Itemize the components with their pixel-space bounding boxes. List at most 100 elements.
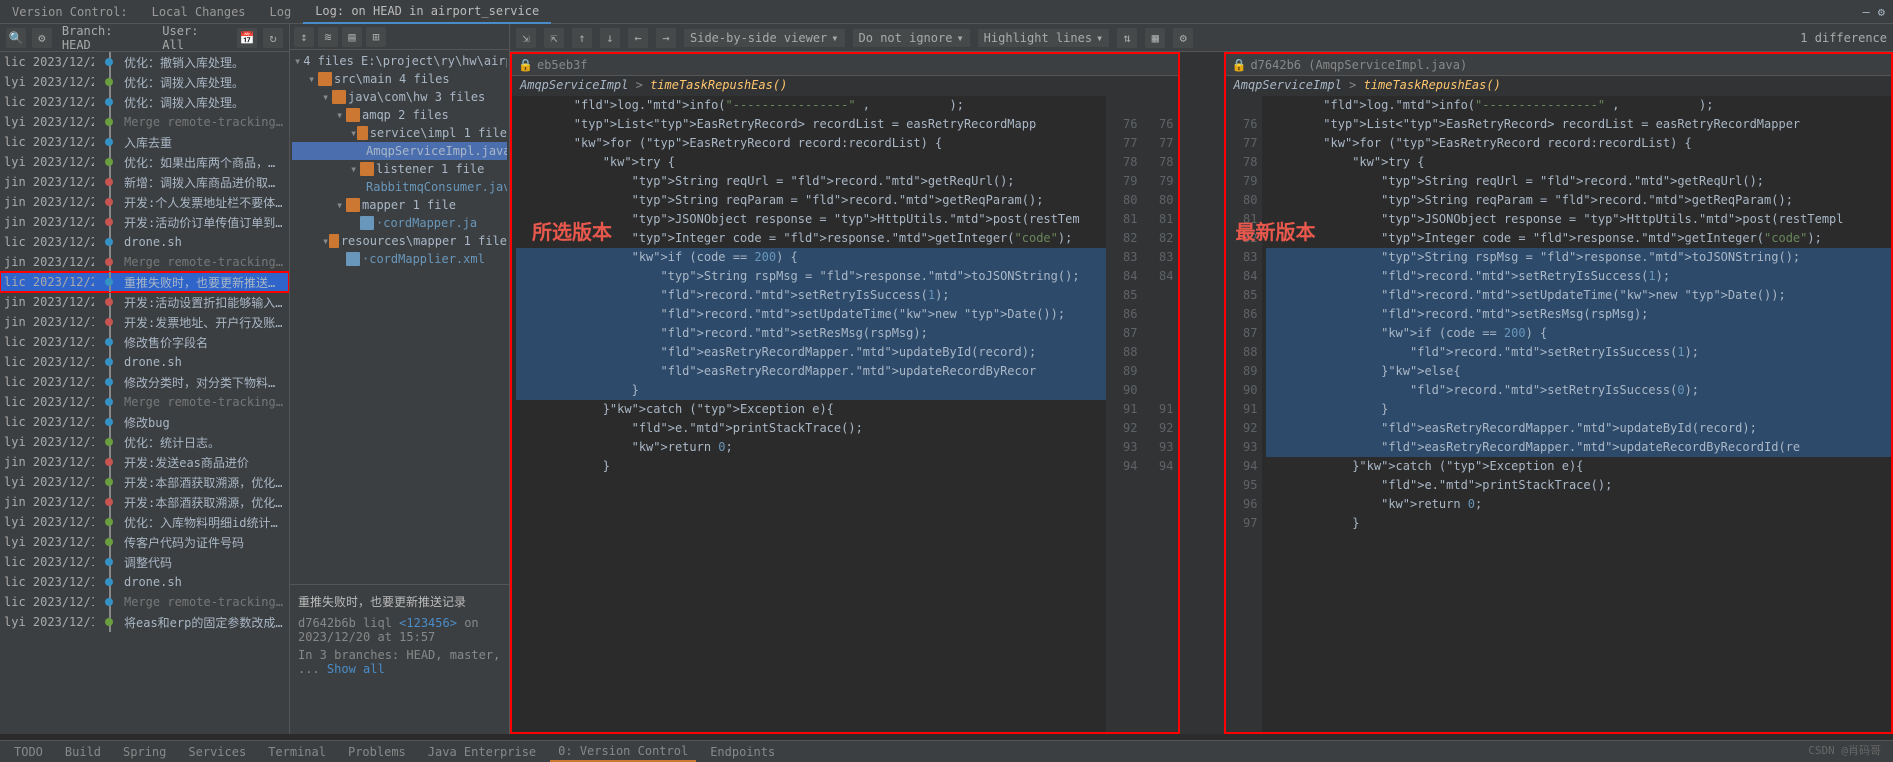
commit-row[interactable]: lic 2023/12/20 1!drone.sh xyxy=(0,232,289,252)
commit-row[interactable]: lic 2023/12/25 1!优化：调拨入库处理。 xyxy=(0,92,289,112)
date-icon[interactable]: 📅 xyxy=(237,28,257,48)
tree-label: java\com\hw 3 files xyxy=(348,90,485,104)
tab-vc[interactable]: Version Control: xyxy=(0,1,140,23)
graph-dot xyxy=(105,618,113,626)
commit-row[interactable]: jin 2023/12/15 1!开发:发送eas商品进价 xyxy=(0,452,289,472)
tree-lisfile[interactable]: RabbitmqConsumer.java xyxy=(292,178,507,196)
commit-date: lic 2023/12/14 1! xyxy=(4,555,94,569)
tree-srcmain[interactable]: ▾src\main 4 files xyxy=(292,70,507,88)
commit-row[interactable]: lyi 2023/12/15 1!优化：入库物料明细id统计唯一. xyxy=(0,512,289,532)
collapse-diff-icon[interactable]: ⇱ xyxy=(544,28,564,48)
tab-logon[interactable]: Log: on HEAD in airport_service xyxy=(303,0,551,24)
commit-row[interactable]: jin 2023/12/19 1!开发:发票地址、开户行及账号信息 xyxy=(0,312,289,332)
left-code-area[interactable]: 所选版本 "fld">log."mtd">info("-------------… xyxy=(512,96,1178,732)
tree-mapper[interactable]: ▾mapper 1 file xyxy=(292,196,507,214)
user-filter[interactable]: User: All xyxy=(158,24,231,52)
commit-row[interactable]: lyi 2023/12/25 1!Merge remote-tracking b… xyxy=(0,112,289,132)
bottom-tab-spring[interactable]: Spring xyxy=(115,743,174,761)
collapse-icon[interactable]: ↕ xyxy=(294,27,314,47)
commit-msg: drone.sh xyxy=(124,575,285,589)
tree-resfile[interactable]: ·cordMapplier.xml xyxy=(292,250,507,268)
commit-row[interactable]: lyi 2023/12/14 1!传客户代码为证件号码 xyxy=(0,532,289,552)
file-icon xyxy=(346,252,360,266)
expand-all-icon[interactable]: ⊞ xyxy=(366,27,386,47)
commit-row[interactable]: lyi 2023/12/26 1!优化：调拨入库处理。 xyxy=(0,72,289,92)
tree-mapperfile[interactable]: ·cordMapper.ja xyxy=(292,214,507,232)
tree-res[interactable]: ▾resources\mapper 1 file xyxy=(292,232,507,250)
commit-list[interactable]: lic 2023/12/26 1!优化：撤销入库处理。lyi 2023/12/2… xyxy=(0,52,289,734)
bottom-tab-services[interactable]: Services xyxy=(180,743,254,761)
commit-row[interactable]: lic 2023/12/19 1!Merge remote-tracking b… xyxy=(0,392,289,412)
viewer-mode-dropdown[interactable]: Side-by-side viewer ▾ xyxy=(684,29,845,47)
commit-row[interactable]: jin 2023/12/22 9:新增：调拨入库商品进价取调出商 xyxy=(0,172,289,192)
commit-row[interactable]: lyi 2023/12/22 1!优化：如果出库两个商品，生产数 xyxy=(0,152,289,172)
diff-body: 🔒eb5eb3f AmqpServiceImpl > timeTaskRepus… xyxy=(510,52,1893,734)
show-diff-icon[interactable]: ≋ xyxy=(318,27,338,47)
commit-row[interactable]: lyi 2023/12/19 1!优化：统计日志。 xyxy=(0,432,289,452)
tree-label: service\impl 1 file xyxy=(370,126,507,140)
bottom-tab-todo[interactable]: TODO xyxy=(6,743,51,761)
search-icon[interactable]: 🔍 xyxy=(6,28,26,48)
minimize-icon[interactable]: — xyxy=(1863,5,1870,19)
commit-row[interactable]: jin 2023/12/15 1!开发:本部酒获取溯源，优化取商品 xyxy=(0,492,289,512)
sync-scroll-icon[interactable]: ⇅ xyxy=(1117,28,1137,48)
commit-row[interactable]: lic 2023/12/19 1!drone.sh xyxy=(0,352,289,372)
commit-date: lic 2023/12/20 1! xyxy=(4,275,94,289)
tree-amqp[interactable]: ▾amqp 2 files xyxy=(292,106,507,124)
right-code-area[interactable]: 最新版本 76777879808182838485868788899091929… xyxy=(1226,96,1892,732)
highlight-dropdown[interactable]: Highlight lines ▾ xyxy=(978,29,1110,47)
file-tree[interactable]: ▾4 files E:\project\ry\hw\airport_s ▾src… xyxy=(290,50,509,584)
forward-icon[interactable]: → xyxy=(656,28,676,48)
commit-row[interactable]: jin 2023/12/21 1!开发:个人发票地址栏不要体现手机 xyxy=(0,192,289,212)
back-icon[interactable]: ← xyxy=(628,28,648,48)
author-link[interactable]: <123456> xyxy=(399,616,457,630)
commit-row[interactable]: lyi 2023/12/14 1!将eas和erp的固定参数改成配置 xyxy=(0,612,289,632)
graph-dot xyxy=(105,138,113,146)
bottom-tab-build[interactable]: Build xyxy=(57,743,109,761)
commit-row[interactable]: lic 2023/12/19 1!修改bug xyxy=(0,412,289,432)
graph-dot xyxy=(105,398,113,406)
commit-row[interactable]: lic 2023/12/14 1!调整代码 xyxy=(0,552,289,572)
commit-row[interactable]: jin 2023/12/20 1!Merge remote-tracking b… xyxy=(0,252,289,272)
diff-settings-icon[interactable]: ▦ xyxy=(1145,28,1165,48)
commit-row[interactable]: lyi 2023/12/15 1!开发:本部酒获取溯源，优化取商品 xyxy=(0,472,289,492)
tab-log[interactable]: Log xyxy=(258,1,304,23)
commit-row[interactable]: lic 2023/12/25 1!入库去重 xyxy=(0,132,289,152)
commit-date: lyi 2023/12/22 1! xyxy=(4,155,94,169)
tree-root[interactable]: ▾4 files E:\project\ry\hw\airport_s xyxy=(292,52,507,70)
show-all-link[interactable]: Show all xyxy=(327,662,385,676)
bottom-tab-je[interactable]: Java Enterprise xyxy=(420,743,544,761)
refresh-icon[interactable]: ↻ xyxy=(263,28,283,48)
bottom-tab-problems[interactable]: Problems xyxy=(340,743,414,761)
bottom-tab-terminal[interactable]: Terminal xyxy=(260,743,334,761)
tree-lis[interactable]: ▾listener 1 file xyxy=(292,160,507,178)
tree-label: listener 1 file xyxy=(376,162,484,176)
commit-row[interactable]: lic 2023/12/19 1!修改分类时，对分类下物料的税率 xyxy=(0,372,289,392)
graph-dot xyxy=(105,458,113,466)
bottom-tab-endpoints[interactable]: Endpoints xyxy=(702,743,783,761)
commit-msg: Merge remote-tracking branc xyxy=(124,115,285,129)
tab-local[interactable]: Local Changes xyxy=(140,1,258,23)
commit-row[interactable]: jin 2023/12/21 1!开发:活动价订单传值订单到EAS xyxy=(0,212,289,232)
filter-icon[interactable]: ⚙ xyxy=(32,28,52,48)
commit-row[interactable]: jin 2023/12/20 1!开发:活动设置折扣能够输入1以上 xyxy=(0,292,289,312)
gear-icon[interactable]: ⚙ xyxy=(1878,5,1885,19)
commit-msg: 开发:个人发票地址栏不要体现手机 xyxy=(124,194,285,211)
branch-filter[interactable]: Branch: HEAD xyxy=(58,24,152,52)
expand-diff-icon[interactable]: ⇲ xyxy=(516,28,536,48)
next-diff-icon[interactable]: ↓ xyxy=(600,28,620,48)
tree-java[interactable]: ▾java\com\hw 3 files xyxy=(292,88,507,106)
tree-svc[interactable]: ▾service\impl 1 file xyxy=(292,124,507,142)
tree-svcfile[interactable]: AmqpServiceImpl.java xyxy=(292,142,507,160)
gear-icon[interactable]: ⚙ xyxy=(1173,28,1193,48)
group-icon[interactable]: ▤ xyxy=(342,27,362,47)
commit-row[interactable]: lic 2023/12/14 1!drone.sh xyxy=(0,572,289,592)
commit-row[interactable]: lic 2023/12/20 1!重推失败时，也要更新推送记录 xyxy=(0,272,289,292)
commit-row[interactable]: lic 2023/12/14 1!Merge remote-tracking b… xyxy=(0,592,289,612)
graph-dot xyxy=(105,478,113,486)
ignore-dropdown[interactable]: Do not ignore ▾ xyxy=(853,29,970,47)
commit-row[interactable]: lic 2023/12/19 1!修改售价字段名 xyxy=(0,332,289,352)
commit-row[interactable]: lic 2023/12/26 1!优化：撤销入库处理。 xyxy=(0,52,289,72)
bottom-tab-vc[interactable]: 0: Version Control xyxy=(550,742,696,762)
prev-diff-icon[interactable]: ↑ xyxy=(572,28,592,48)
